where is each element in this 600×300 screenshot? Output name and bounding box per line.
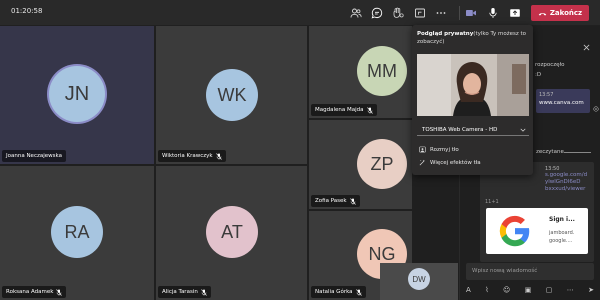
participant-tile[interactable]: RA Roksana Adamek (0, 166, 154, 300)
card-title: Sign i... (549, 216, 575, 223)
mic-icon[interactable] (485, 5, 501, 21)
avatar: JN (49, 66, 105, 122)
participant-tile[interactable]: JN Joanna Neczajewska (0, 26, 154, 164)
seen-icon (593, 106, 599, 112)
attach-icon[interactable]: ⌇ (485, 286, 488, 294)
chat-compose-input[interactable]: Wpisz nową wiadomość (466, 263, 594, 280)
card-subtitle: google.... (549, 238, 573, 244)
compose-toolbar: A ⌇ ☺ ▣ ▢ ⋯ ➤ (466, 284, 594, 296)
mic-off-icon (201, 288, 207, 296)
phone-hangup-icon (538, 12, 547, 15)
participant-tile[interactable]: ZP Zofia Pasek (309, 120, 412, 209)
participant-name: Magdalena Majda (311, 104, 377, 116)
teams-meeting: 01:20:58 Zakończ JN Joanna Neczajewska W… (0, 0, 600, 300)
avatar: RA (51, 206, 103, 258)
link-preview-card[interactable]: Sign i... jamboard. google.... (486, 208, 588, 254)
camera-preview-image (417, 54, 529, 116)
format-icon[interactable]: A (466, 286, 471, 294)
participant-name: Wiktoria Krawczyk (158, 150, 226, 162)
camera-preview-popup: Podgląd prywatny(tylko Ty możesz to zoba… (412, 25, 533, 175)
leave-label: Zakończ (549, 9, 583, 17)
participant-tile[interactable]: AT Alicja Tarasin (156, 166, 307, 300)
mic-off-icon (366, 106, 373, 114)
participant-name: Alicja Tarasin (158, 286, 211, 298)
participant-tile[interactable]: MM Magdalena Majda (309, 26, 412, 118)
mic-off-icon (349, 197, 356, 205)
chat-message: 13:50 s.google.com/d ylwlGnDl6eD bxxxud/… (480, 162, 594, 262)
avatar: ZP (357, 139, 407, 189)
chat-system-line: :D (535, 72, 542, 78)
leave-button[interactable]: Zakończ (531, 5, 589, 21)
send-icon[interactable]: ➤ (588, 286, 594, 294)
participant-tile[interactable]: WK Wiktoria Krawczyk (156, 26, 307, 164)
more-options-icon[interactable]: ⋯ (567, 286, 574, 294)
people-icon[interactable] (348, 5, 364, 21)
meeting-toolbar: 01:20:58 Zakończ (0, 0, 600, 26)
chat-meeting-started: rozpoczęło (535, 62, 565, 68)
toolbar-divider (459, 6, 460, 20)
chevron-down-icon (520, 128, 526, 132)
avatar: MM (357, 46, 407, 96)
reactions-icon[interactable] (390, 5, 406, 21)
message-link[interactable]: s.google.com/d ylwlGnDl6eD bxxxud/viewer (485, 172, 589, 193)
meeting-timer: 01:20:58 (11, 7, 43, 15)
message-time: 13:57 (539, 92, 554, 98)
more-icon[interactable] (433, 5, 449, 21)
avatar: DW (408, 268, 430, 290)
share-icon[interactable] (507, 5, 523, 21)
mic-off-icon (56, 288, 63, 296)
sticker-icon[interactable]: ▢ (546, 286, 553, 294)
camera-icon[interactable] (463, 5, 479, 21)
chat-message-own: 13:57 www.canva.com (536, 89, 590, 113)
participant-name: Joanna Neczajewska (2, 150, 66, 162)
unread-divider-line (564, 152, 591, 153)
card-subtitle: jamboard. (549, 230, 575, 236)
message-tag: 11+1 (485, 199, 499, 205)
popup-title: Podgląd prywatny(tylko Ty możesz to zoba… (417, 31, 527, 45)
background-effects-option[interactable]: Więcej efektów tła (419, 159, 481, 166)
avatar: AT (206, 206, 258, 258)
emoji-icon[interactable]: ☺ (503, 286, 510, 294)
participant-name: Natalia Górka (311, 286, 366, 298)
effects-icon (419, 159, 425, 166)
camera-preview (417, 54, 529, 116)
blur-background-option[interactable]: Rozmyj tło (419, 146, 459, 153)
message-link[interactable]: www.canva.com (539, 100, 587, 106)
self-view-tile[interactable]: DW (380, 263, 458, 300)
mic-off-icon (355, 288, 362, 296)
chat-icon[interactable] (369, 5, 385, 21)
share-tray-icon[interactable] (412, 5, 428, 21)
blur-icon (419, 146, 426, 153)
participant-name: Roksana Adamek (2, 286, 67, 298)
gif-icon[interactable]: ▣ (525, 286, 532, 294)
camera-select[interactable]: TOSHIBA Web Camera - HD (417, 124, 529, 136)
participant-name: Zofia Pasek (311, 195, 360, 207)
google-logo-icon (499, 215, 530, 247)
mic-off-icon (215, 152, 222, 160)
close-icon[interactable] (583, 44, 590, 51)
unread-divider-label: zeczytane (536, 149, 564, 155)
avatar: WK (206, 69, 258, 121)
